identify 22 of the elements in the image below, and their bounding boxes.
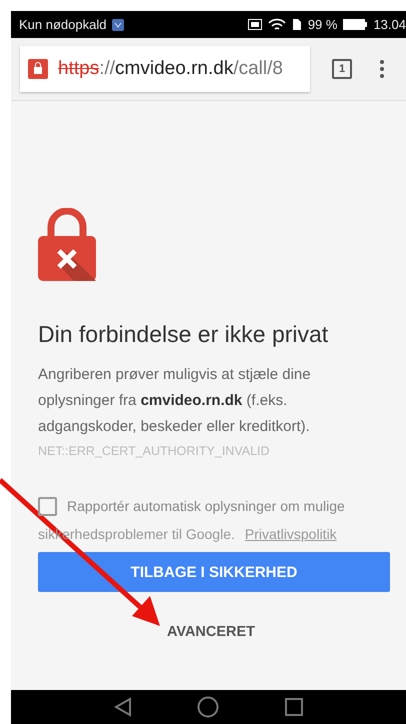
- report-label: Rapportér automatisk oplysninger om mulige: [67, 497, 345, 516]
- error-code: NET::ERR_CERT_AUTHORITY_INVALID: [38, 444, 271, 458]
- sim-icon: [292, 18, 302, 31]
- address-bar[interactable]: https://cmvideo.rn.dk/call/8: [20, 46, 310, 92]
- recents-nav-icon[interactable]: [285, 698, 304, 716]
- error-description: Angriberen prøver muligvis at stjæle dine oplysninger fra cmvideo.rn.dk (f.eks. adgangskoder, beskeder eller kreditkort).: [38, 365, 312, 437]
- wifi-icon: [268, 18, 286, 32]
- back-to-safety-button[interactable]: TILBAGE I SIKKERHED: [38, 552, 390, 592]
- clock-text: 13.04: [373, 17, 406, 32]
- nfc-icon: [248, 19, 262, 30]
- report-checkbox[interactable]: [38, 496, 57, 516]
- battery-percent: 99 %: [308, 17, 338, 32]
- error-title: Din forbindelse er ikke privat: [38, 321, 330, 348]
- battery-icon: [343, 19, 368, 30]
- back-nav-icon[interactable]: [114, 697, 132, 717]
- broken-lock-icon: [38, 208, 96, 281]
- advanced-button[interactable]: AVANCERET: [160, 618, 262, 646]
- carrier-text: Kun nødopkald: [19, 17, 106, 32]
- notification-icon: [112, 18, 124, 30]
- url-text: https://cmvideo.rn.dk/call/8: [58, 58, 283, 80]
- home-nav-icon[interactable]: [197, 696, 220, 718]
- tab-switcher-button[interactable]: 1: [332, 59, 352, 79]
